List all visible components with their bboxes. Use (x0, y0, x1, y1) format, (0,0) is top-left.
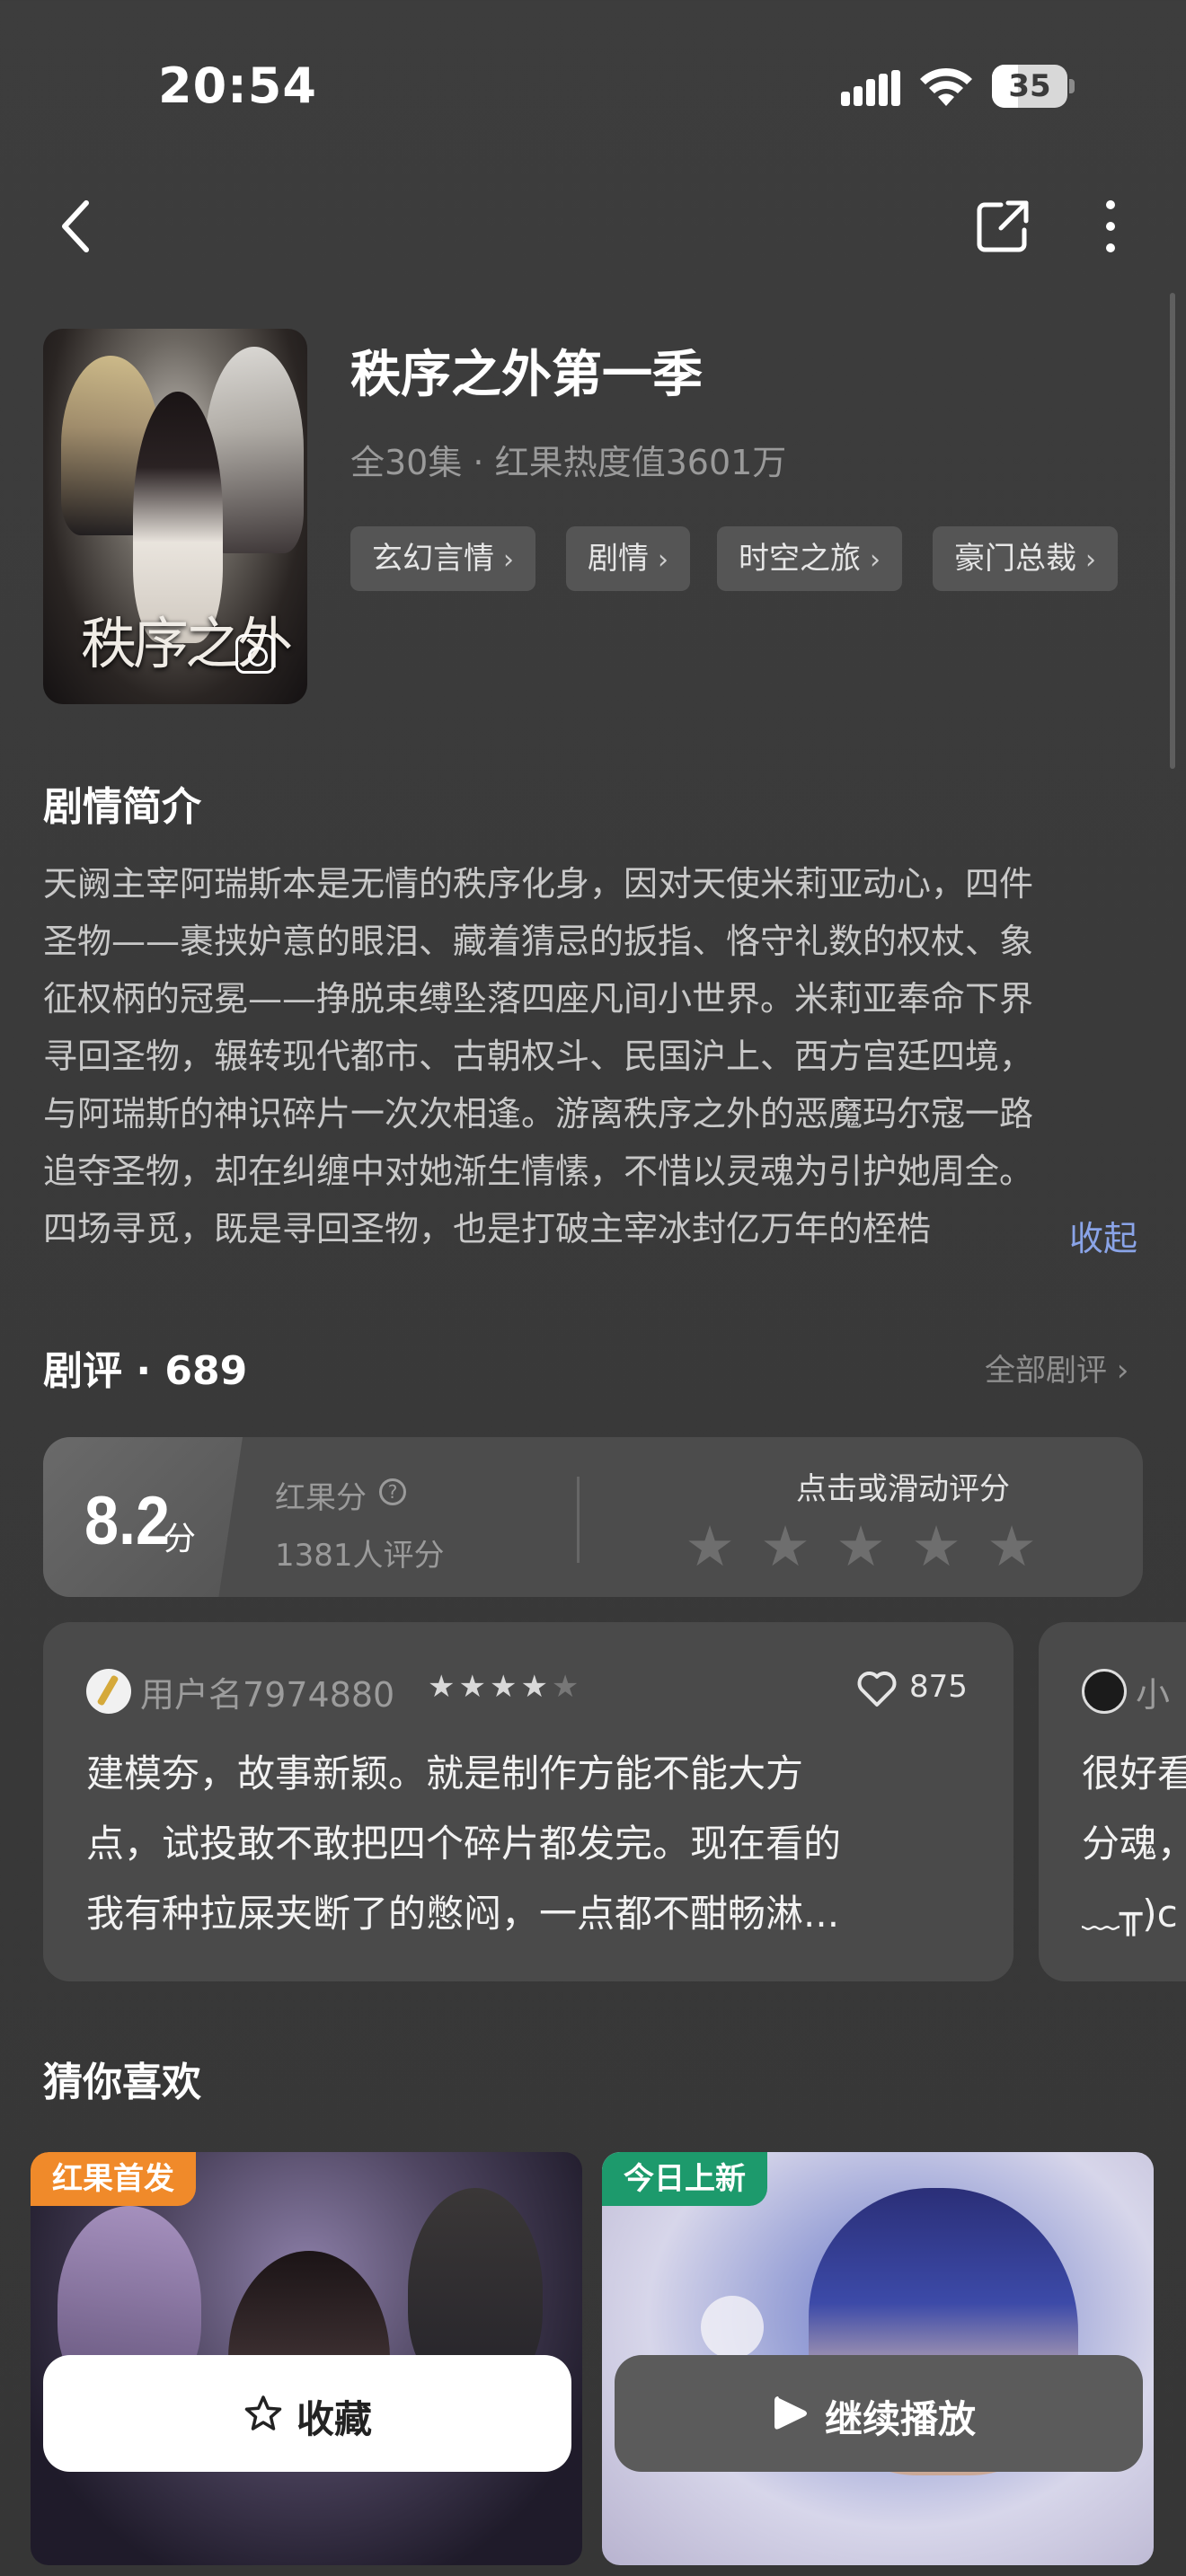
review-username[interactable]: 小 (1136, 1667, 1170, 1716)
scroll-indicator[interactable] (1170, 293, 1175, 769)
poster-camera-icon (235, 634, 275, 674)
heart-icon[interactable] (855, 1669, 898, 1708)
cover-figure (701, 2296, 764, 2359)
more-vertical-icon[interactable] (1093, 198, 1128, 255)
tag-label: 时空之旅 (739, 541, 861, 577)
chevron-right-icon: › (658, 544, 668, 576)
all-reviews-link[interactable]: 全部剧评 › (985, 1345, 1128, 1389)
review-card[interactable]: 小 很好看 分魂， ﹏╥)c (1039, 1622, 1186, 1981)
review-line: 分魂， (1082, 1822, 1186, 1866)
review-line: 我有种拉屎夹断了的憋闷，一点都不酣畅淋... (86, 1892, 840, 1936)
rate-star-icon[interactable]: ★ (983, 1518, 1040, 1575)
continue-play-button[interactable]: 继续播放 (615, 2355, 1143, 2472)
synopsis-line: 圣物——裹挟妒意的眼泪、藏着猜忌的扳指、恪守礼数的权杖、象 (43, 922, 1034, 961)
star-outline-icon (244, 2395, 282, 2430)
synopsis-line: 追夺圣物，却在纠缠中对她渐生情愫，不惜以灵魂为引护她周全。 (43, 1151, 1034, 1191)
reviews-heading: 剧评 · 689 (43, 1348, 248, 1394)
tag-label: 剧情 (588, 541, 649, 577)
review-line: ﹏╥)c (1082, 1892, 1178, 1936)
avatar[interactable] (86, 1669, 131, 1714)
score-value: 8.2 (84, 1483, 171, 1559)
score-label: 红果分 (275, 1480, 367, 1516)
review-star-rating: ★★★★★ (428, 1669, 583, 1705)
battery-icon: 35 (992, 65, 1075, 108)
favorite-label: 收藏 (296, 2397, 373, 2441)
tag-label: 豪门总裁 (954, 541, 1076, 577)
avatar[interactable] (1082, 1669, 1127, 1714)
help-icon[interactable]: ? (379, 1478, 406, 1505)
chevron-right-icon: › (870, 544, 881, 576)
rate-star-icon[interactable]: ★ (681, 1518, 739, 1575)
status-time: 20:54 (158, 57, 317, 114)
review-like-count: 875 (909, 1669, 968, 1705)
synopsis-line: 寻回圣物，辗转现代都市、古朝权斗、民国沪上、西方宫廷四境， (43, 1037, 1034, 1076)
review-text: 很好看 分魂， ﹏╥)c (1082, 1739, 1186, 1949)
collapse-link[interactable]: 收起 (1069, 1211, 1137, 1260)
review-username[interactable]: 用户名7974880 (140, 1667, 394, 1716)
recommendation-badge: 红果首发 (31, 2152, 196, 2206)
show-title: 秩序之外第一季 (350, 346, 703, 404)
review-text: 建模夯，故事新颖。就是制作方能不能大方 点，试投敢不敢把四个碎片都发完。现在看的… (86, 1739, 985, 1949)
rate-star-icon[interactable]: ★ (907, 1518, 965, 1575)
wifi-icon (920, 67, 972, 106)
show-poster[interactable]: 秩序之外 (43, 329, 307, 704)
synopsis-heading: 剧情简介 (43, 784, 201, 830)
status-bar: 20:54 35 (0, 0, 1186, 171)
tag-chip[interactable]: 剧情 › (566, 526, 690, 591)
recommendations-heading: 猜你喜欢 (43, 2060, 201, 2105)
tag-chip[interactable]: 玄幻言情 › (350, 526, 535, 591)
play-label: 继续播放 (825, 2397, 977, 2441)
synopsis-line: 征权柄的冠冕——挣脱束缚坠落四座凡间小世界。米莉亚奉命下界 (43, 979, 1034, 1019)
favorite-button[interactable]: 收藏 (43, 2355, 571, 2472)
share-icon[interactable] (974, 198, 1031, 255)
divider (577, 1477, 580, 1563)
tag-label: 玄幻言情 (372, 541, 494, 577)
rating-card: 8.2 分 红果分 ? 1381人评分 点击或滑动评分 ★ ★ ★ ★ ★ (43, 1437, 1143, 1597)
recommendation-badge: 今日上新 (602, 2152, 767, 2206)
battery-level-text: 35 (1008, 68, 1051, 104)
rate-star-icon[interactable]: ★ (832, 1518, 890, 1575)
rate-prompt: 点击或滑动评分 (796, 1471, 1010, 1507)
score-unit: 分 (164, 1521, 197, 1557)
tag-chip[interactable]: 时空之旅 › (717, 526, 902, 591)
review-card[interactable]: 用户名7974880 ★★★★★ 875 建模夯，故事新颖。就是制作方能不能大方… (43, 1622, 1013, 1981)
review-line: 点，试投敢不敢把四个碎片都发完。现在看的 (86, 1822, 842, 1866)
chevron-right-icon: › (1085, 544, 1096, 576)
chevron-right-icon: › (503, 544, 514, 576)
back-chevron-left-icon[interactable] (50, 194, 101, 259)
synopsis-line: 与阿瑞斯的神识碎片一次次相逢。游离秩序之外的恶魔玛尔寇一路 (43, 1094, 1034, 1134)
show-meta: 全30集 · 红果热度值3601万 (350, 443, 787, 482)
synopsis-text: 天阙主宰阿瑞斯本是无情的秩序化身，因对天使米莉亚动心，四件 圣物——裹挟妒意的眼… (43, 855, 1145, 1257)
tag-chip[interactable]: 豪门总裁 › (933, 526, 1118, 591)
rate-star-icon[interactable]: ★ (757, 1518, 814, 1575)
review-line: 很好看 (1082, 1751, 1186, 1795)
synopsis-line: 四场寻觅，既是寻回圣物，也是打破主宰冰封亿万年的桎梏 (43, 1209, 932, 1248)
cellular-signal-icon (841, 70, 900, 106)
review-line: 建模夯，故事新颖。就是制作方能不能大方 (86, 1751, 804, 1795)
rating-count: 1381人评分 (275, 1538, 445, 1574)
play-icon (774, 2396, 807, 2430)
synopsis-line: 天阙主宰阿瑞斯本是无情的秩序化身，因对天使米莉亚动心，四件 (43, 864, 1034, 904)
